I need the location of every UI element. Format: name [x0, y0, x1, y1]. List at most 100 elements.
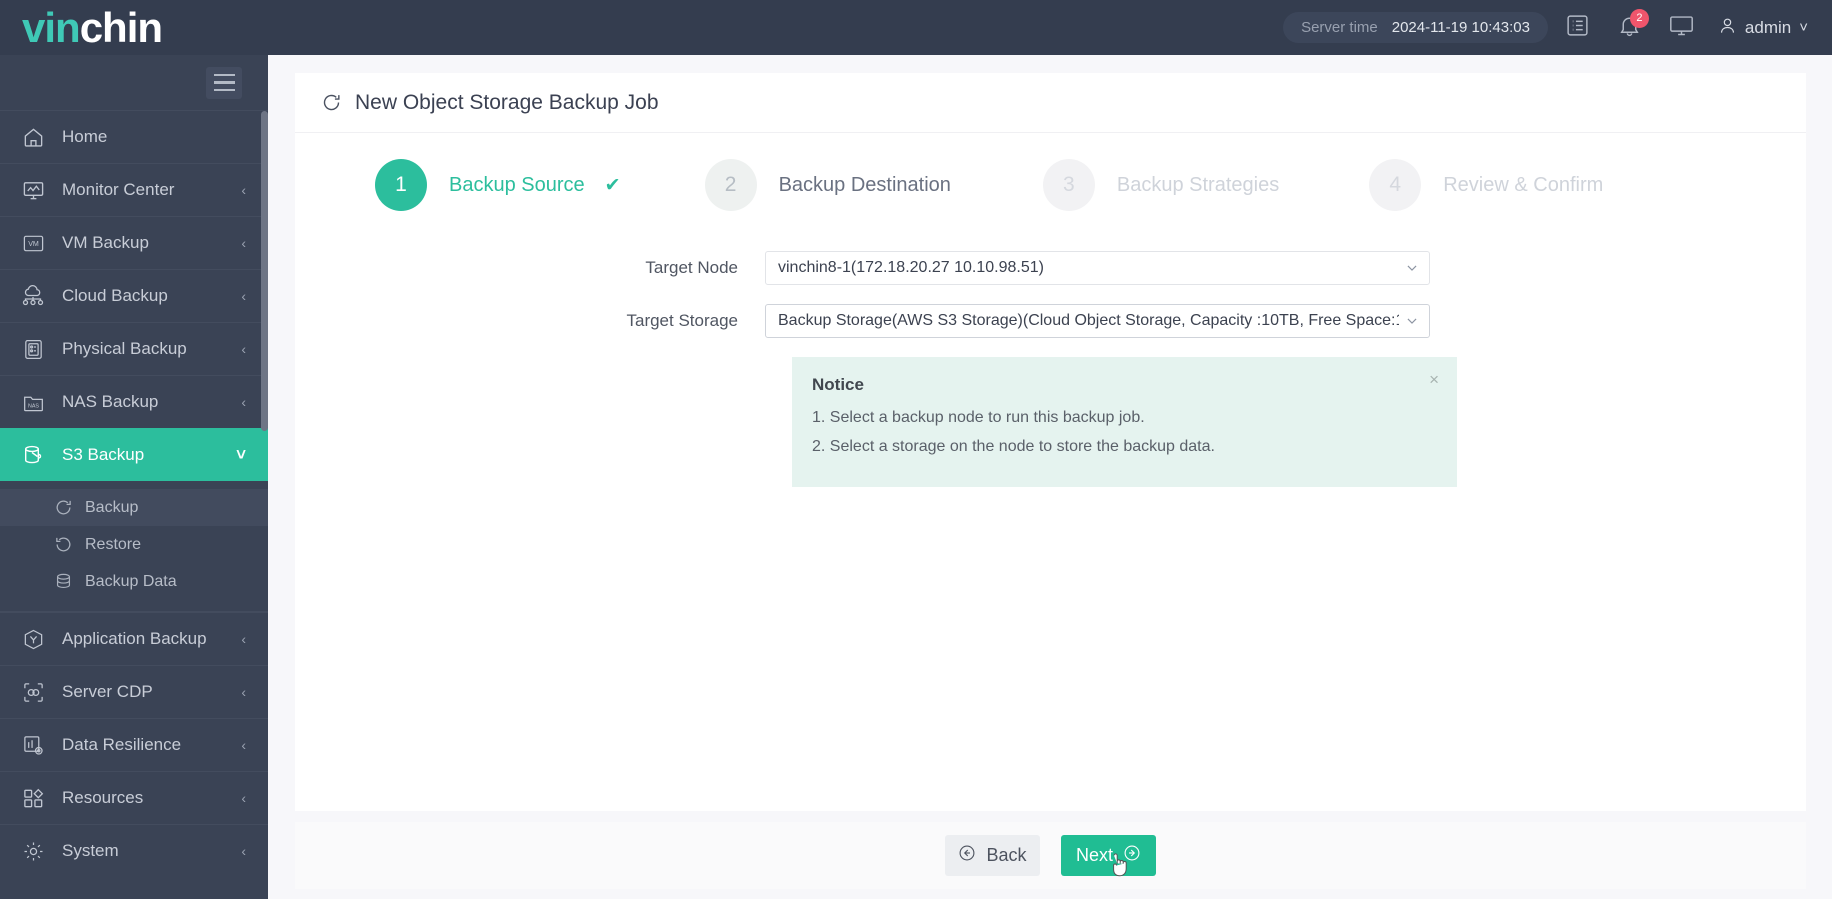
sidebar-item-monitor-center[interactable]: Monitor Center ‹: [0, 163, 268, 216]
chevron-down-icon: ˅: [1799, 19, 1808, 36]
arrow-right-circle-icon: [1123, 844, 1141, 867]
monitor-chart-icon: [20, 177, 46, 203]
hamburger-icon[interactable]: [206, 66, 242, 99]
sidebar-item-label: S3 Backup: [62, 445, 145, 464]
resources-icon: [20, 785, 46, 811]
step-number: 2: [704, 159, 757, 211]
back-button[interactable]: Back: [945, 835, 1040, 876]
chevron-left-icon: ‹: [241, 843, 246, 859]
sidebar-item-server-cdp[interactable]: Server CDP ‹: [0, 665, 268, 718]
chevron-left-icon: ‹: [241, 341, 246, 357]
chevron-left-icon: ‹: [241, 182, 246, 198]
app-logo[interactable]: vin chin: [0, 0, 268, 55]
sidebar-item-application-backup[interactable]: Application Backup ‹: [0, 612, 268, 665]
sidebar-item-label: Physical Backup: [62, 339, 187, 358]
page-title: New Object Storage Backup Job: [295, 73, 1806, 133]
server-time-label: Server time: [1301, 19, 1378, 36]
target-node-select[interactable]: vinchin8-1(172.18.20.27 10.10.98.51): [765, 251, 1430, 285]
logo-part-1: vin: [22, 3, 81, 51]
console-button[interactable]: [1660, 6, 1704, 50]
wizard-step-3[interactable]: 3 Backup Strategies: [1042, 159, 1280, 211]
refresh-icon: [52, 497, 74, 519]
username-label: admin: [1744, 17, 1792, 37]
sidebar-item-label: Server CDP: [62, 682, 153, 701]
close-icon[interactable]: ×: [1429, 371, 1439, 388]
sidebar-item-data-resilience[interactable]: Data Resilience ‹: [0, 718, 268, 771]
refresh-icon: [321, 92, 342, 113]
task-list-button[interactable]: [1556, 6, 1600, 50]
target-node-row: Target Node vinchin8-1(172.18.20.27 10.1…: [295, 251, 1806, 285]
sidebar-subitem-label: Backup: [85, 498, 139, 516]
chevron-down-icon: [1399, 314, 1419, 328]
sidebar-scrollbar[interactable]: [261, 111, 268, 431]
chevron-left-icon: ‹: [241, 737, 246, 753]
sidebar-group-divider: [0, 600, 268, 612]
step-number: 3: [1042, 159, 1095, 211]
nas-icon: NAS: [20, 389, 46, 415]
sidebar-item-label: NAS Backup: [62, 392, 159, 411]
target-node-label: Target Node: [645, 258, 738, 277]
svg-text:VM: VM: [28, 239, 39, 247]
sidebar-item-nas-backup[interactable]: NAS NAS Backup ‹: [0, 375, 268, 428]
chevron-left-icon: ‹: [241, 790, 246, 806]
notifications-button[interactable]: 2: [1608, 6, 1652, 50]
sidebar-item-vm-backup[interactable]: VM VM Backup ‹: [0, 216, 268, 269]
target-storage-row: Target Storage Backup Storage(AWS S3 Sto…: [295, 304, 1806, 338]
sidebar-item-label: Home: [62, 127, 108, 146]
sidebar-item-label: Application Backup: [62, 629, 207, 648]
user-menu[interactable]: admin ˅: [1712, 16, 1808, 40]
restore-icon: [52, 534, 74, 556]
wizard-card: New Object Storage Backup Job 1 Backup S…: [295, 73, 1806, 811]
back-button-label: Back: [986, 845, 1027, 865]
sidebar-item-resources[interactable]: Resources ‹: [0, 771, 268, 824]
sidebar-item-label: Data Resilience: [62, 735, 182, 754]
vm-icon: VM: [20, 230, 46, 256]
sidebar-item-home[interactable]: Home: [0, 110, 268, 163]
sidebar-item-cloud-backup[interactable]: Cloud Backup ‹: [0, 269, 268, 322]
step-number: 1: [375, 159, 427, 211]
step-label: Backup Strategies: [1116, 173, 1280, 196]
sidebar-subitem-restore[interactable]: Restore: [0, 526, 268, 563]
sidebar-item-label: System: [62, 841, 119, 860]
wizard-step-1[interactable]: 1 Backup Source ✔: [375, 159, 621, 211]
sidebar-item-s3-backup[interactable]: S3 Backup ˅: [0, 428, 268, 481]
chevron-left-icon: ‹: [241, 235, 246, 251]
list-icon: [1565, 13, 1590, 43]
step-label: Backup Source: [449, 173, 585, 196]
chevron-left-icon: ‹: [241, 684, 246, 700]
notice-title: Notice: [812, 375, 864, 394]
wizard-step-2[interactable]: 2 Backup Destination: [704, 159, 951, 211]
sidebar-item-system[interactable]: System ‹: [0, 824, 268, 877]
sidebar-subitem-label: Restore: [85, 535, 142, 553]
wizard-footer: Back Next: [295, 822, 1806, 889]
gear-icon: [20, 838, 46, 864]
notice-panel: Notice 1. Select a backup node to run th…: [792, 357, 1457, 487]
home-icon: [20, 124, 46, 150]
notice-line-1: 1. Select a backup node to run this back…: [812, 409, 1145, 426]
next-button[interactable]: Next: [1061, 835, 1156, 876]
wizard-step-4[interactable]: 4 Review & Confirm: [1369, 159, 1603, 211]
monitor-icon: [1668, 12, 1695, 44]
sidebar-item-physical-backup[interactable]: Physical Backup ‹: [0, 322, 268, 375]
sidebar-subitem-backup-data[interactable]: Backup Data: [0, 563, 268, 600]
page-title-text: New Object Storage Backup Job: [355, 90, 659, 114]
main-content: New Object Storage Backup Job 1 Backup S…: [268, 55, 1832, 899]
step-label: Backup Destination: [778, 173, 951, 196]
chevron-down-icon: [1399, 261, 1419, 275]
sidebar: Home Monitor Center ‹ VM VM Backup ‹ Clo…: [0, 55, 268, 899]
target-storage-select[interactable]: Backup Storage(AWS S3 Storage)(Cloud Obj…: [765, 304, 1430, 338]
resilience-icon: [20, 732, 46, 758]
step-label: Review & Confirm: [1443, 173, 1604, 196]
target-storage-value: Backup Storage(AWS S3 Storage)(Cloud Obj…: [778, 312, 1399, 329]
top-bar-right: Server time 2024-11-19 10:43:03 2 admin …: [1283, 0, 1832, 55]
app-icon: [20, 626, 46, 652]
backup-source-form: Target Node vinchin8-1(172.18.20.27 10.1…: [295, 251, 1806, 487]
sidebar-subitem-backup[interactable]: Backup: [0, 489, 268, 526]
server-time: Server time 2024-11-19 10:43:03: [1283, 12, 1548, 43]
cdp-icon: [20, 679, 46, 705]
chevron-left-icon: ‹: [241, 288, 246, 304]
database-icon: [52, 571, 74, 593]
target-storage-label: Target Storage: [626, 311, 738, 330]
user-icon: [1718, 16, 1737, 40]
sidebar-subitem-label: Backup Data: [85, 572, 177, 590]
